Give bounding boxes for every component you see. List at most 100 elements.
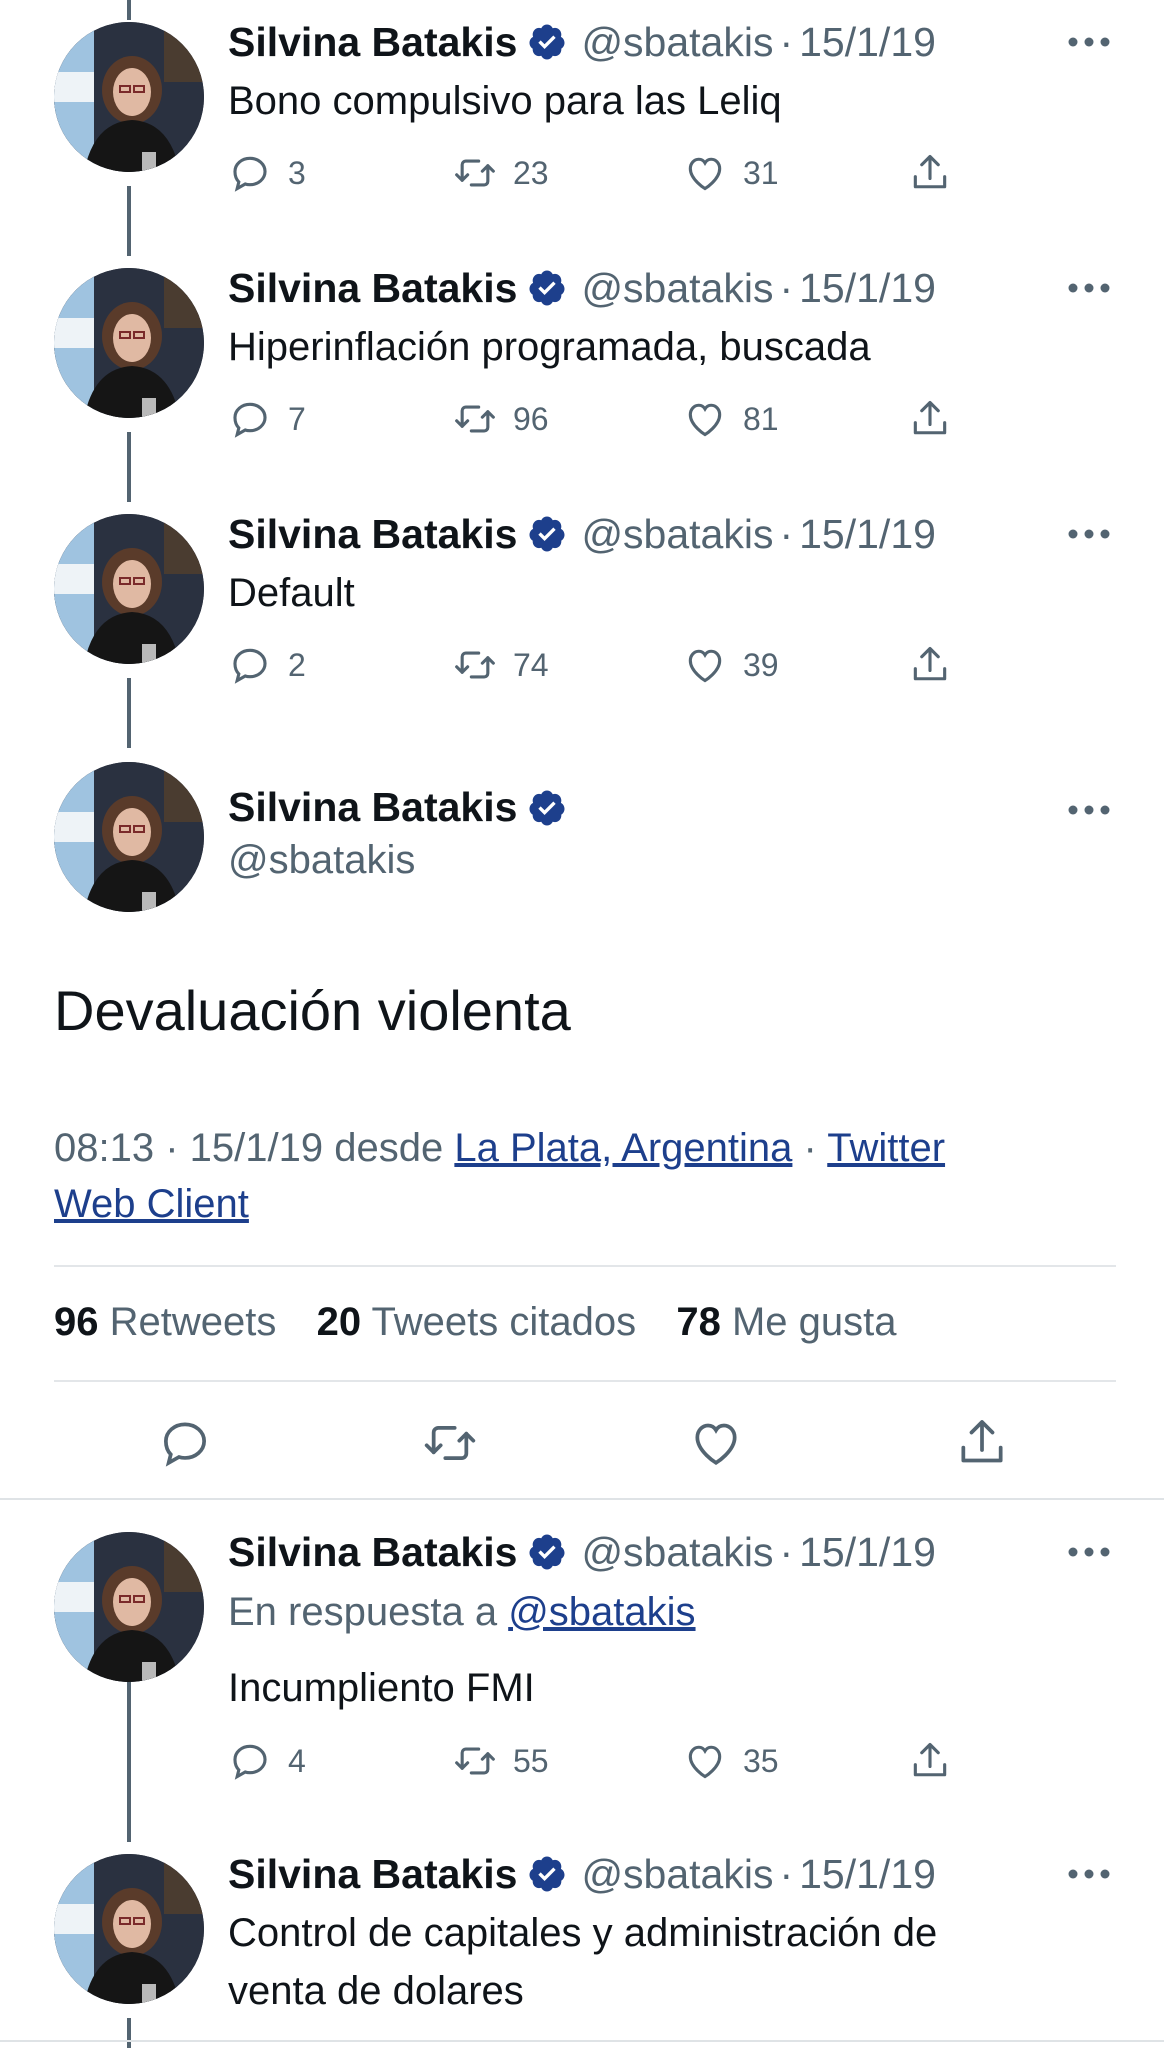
tweet-date[interactable]: 15/1/19 [799,265,936,312]
verified-badge-icon [527,1854,567,1894]
reply-count: 3 [288,154,306,191]
separator-dot: · [779,18,794,65]
like-button[interactable]: 39 [683,640,779,690]
share-icon [913,154,947,189]
retweet-button[interactable] [422,1415,478,1471]
like-button[interactable]: 81 [683,394,779,444]
reply-handle-link[interactable]: @sbatakis [508,1590,695,1634]
separator-dot: · [779,510,794,557]
author-handle[interactable]: @sbatakis [581,265,773,312]
more-options-icon[interactable] [1064,1532,1114,1572]
reply-count: 2 [288,646,306,683]
thread-line [127,186,131,256]
tweet-text-line1: Control de capitales y administración de [228,1911,938,1955]
more-options-icon[interactable] [1064,514,1114,554]
reply-icon [163,1422,207,1467]
tweet-date: 15/1/19 [189,1126,324,1170]
author-handle[interactable]: @sbatakis [228,838,415,883]
retweet-button[interactable]: 96 [453,394,549,444]
tweet-actions: 4 55 35 [228,1736,968,1786]
retweet-button[interactable]: 55 [453,1736,549,1786]
thread-line [127,432,131,502]
reply-button[interactable]: 3 [228,148,306,198]
like-button[interactable] [688,1415,744,1471]
location-link[interactable]: La Plata, Argentina [454,1126,792,1170]
tweet-date[interactable]: 15/1/19 [799,1851,936,1898]
author-name[interactable]: Silvina Batakis [228,511,517,558]
retweet-icon [455,405,495,433]
like-icon [688,1745,722,1779]
author-name[interactable]: Silvina Batakis [228,265,517,312]
author-name[interactable]: Silvina Batakis [228,784,517,831]
more-options-icon[interactable] [1064,22,1114,62]
avatar[interactable] [54,514,204,664]
verified-badge-icon [527,514,567,554]
tweet-text: Default [228,571,355,615]
client-link-line2: Web Client [54,1182,249,1226]
more-options-icon[interactable] [1064,1854,1114,1894]
divider [0,2040,1164,2042]
share-button[interactable] [908,1736,952,1786]
like-icon [688,649,722,683]
share-icon [913,400,947,435]
tweet-text: Control de capitales y administración de… [228,1904,1088,2020]
share-button[interactable] [908,640,952,690]
author-handle[interactable]: @sbatakis [581,1529,773,1576]
tweet-date[interactable]: 15/1/19 [799,511,936,558]
author-handle[interactable]: @sbatakis [581,1851,773,1898]
separator-dot: · [779,264,794,311]
share-button[interactable] [908,394,952,444]
share-button[interactable] [954,1415,1010,1471]
avatar[interactable] [54,762,204,912]
verified-badge-icon [527,22,567,62]
separator-dot: · [779,1850,794,1897]
client-link-line1: Twitter [827,1126,946,1170]
author-handle[interactable]: @sbatakis [581,19,773,66]
thread-line [127,0,131,20]
verified-badge-icon [527,788,567,828]
author-name[interactable]: Silvina Batakis [228,1529,517,1576]
quotes-stat[interactable]: 20 Tweets citados [317,1300,636,1344]
retweet-button[interactable]: 23 [453,148,549,198]
main-tweet-actions [0,1415,1164,1471]
separator-dot: · [779,1528,794,1575]
retweet-count: 23 [513,154,549,191]
likes-stat[interactable]: 78 Me gusta [676,1300,896,1344]
reply-button[interactable]: 2 [228,640,306,690]
reply-button[interactable]: 4 [228,1736,306,1786]
avatar[interactable] [54,268,204,418]
retweet-button[interactable]: 74 [453,640,549,690]
divider [54,1265,1116,1267]
from-label: desde [334,1126,444,1170]
like-button[interactable]: 35 [683,1736,779,1786]
reply-icon [233,1744,267,1780]
share-button[interactable] [908,148,952,198]
avatar[interactable] [54,1854,204,2004]
author-name[interactable]: Silvina Batakis [228,19,517,66]
reply-button[interactable]: 7 [228,394,306,444]
avatar[interactable] [54,22,204,172]
tweet-date[interactable]: 15/1/19 [799,1529,936,1576]
tweet-text: Hiperinflación programada, buscada [228,325,871,369]
likes-label: Me gusta [731,1300,897,1344]
divider [0,1498,1164,1500]
tweet-stats: 96 Retweets 20 Tweets citados 78 Me gust… [54,1300,897,1345]
retweets-stat[interactable]: 96 Retweets [54,1300,276,1344]
retweet-count: 74 [513,646,549,683]
reply-button[interactable] [157,1415,213,1471]
like-count: 35 [743,1742,779,1779]
more-options-icon[interactable] [1064,790,1114,830]
more-options-icon[interactable] [1064,268,1114,308]
like-button[interactable]: 31 [683,148,779,198]
tweet-date[interactable]: 15/1/19 [799,19,936,66]
reply-icon [233,402,267,438]
tweet-metadata: 08:13 · 15/1/19 desde La Plata, Argentin… [54,1120,1054,1232]
retweet-count: 96 [513,400,549,437]
avatar[interactable] [54,1532,204,1682]
author-name[interactable]: Silvina Batakis [228,1851,517,1898]
share-icon [913,1742,947,1777]
author-handle[interactable]: @sbatakis [581,511,773,558]
retweet-icon [424,1425,476,1461]
main-tweet-text: Devaluación violenta [54,979,571,1042]
thread-line [127,2018,131,2048]
